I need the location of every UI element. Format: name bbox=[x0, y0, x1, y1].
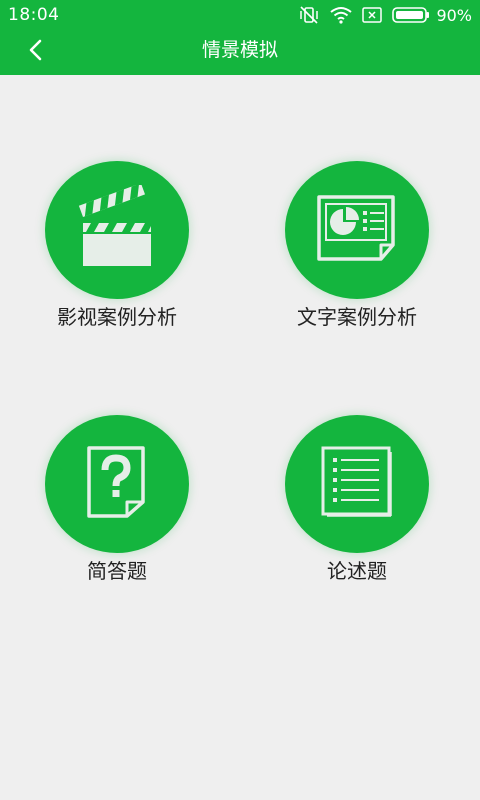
page-title: 情景模拟 bbox=[201, 39, 278, 61]
list-document-icon bbox=[319, 444, 395, 524]
chevron-left-icon bbox=[28, 39, 44, 65]
status-bar: 18:04 90% bbox=[0, 0, 480, 30]
menu-item-text-case-analysis[interactable]: 文字案例分析 bbox=[257, 161, 457, 341]
menu-item-label: 影视案例分析 bbox=[57, 305, 177, 329]
no-sim-icon bbox=[362, 6, 383, 24]
menu-item-circle bbox=[285, 415, 429, 553]
battery-percentage: 90% bbox=[436, 5, 472, 25]
document-chart-icon bbox=[315, 193, 399, 267]
menu-item-circle bbox=[45, 415, 189, 553]
clapperboard-icon bbox=[77, 183, 157, 275]
battery-icon bbox=[392, 6, 430, 24]
back-button[interactable] bbox=[18, 34, 54, 70]
status-time: 18:04 bbox=[8, 5, 60, 25]
wifi-icon bbox=[330, 6, 353, 24]
vibrate-off-icon bbox=[298, 5, 320, 25]
menu-item-film-case-analysis[interactable]: 影视案例分析 bbox=[17, 161, 217, 341]
menu-item-label: 论述题 bbox=[327, 559, 387, 583]
menu-item-circle bbox=[285, 161, 429, 299]
question-document-icon bbox=[85, 444, 149, 524]
menu-item-essay[interactable]: 论述题 bbox=[257, 415, 457, 595]
menu-item-label: 文字案例分析 bbox=[297, 305, 417, 329]
menu-item-short-answer[interactable]: 简答题 bbox=[17, 415, 217, 595]
status-icons: 90% bbox=[298, 4, 472, 26]
menu-item-label: 简答题 bbox=[87, 559, 147, 583]
nav-bar: 情景模拟 bbox=[0, 30, 480, 75]
menu-item-circle bbox=[45, 161, 189, 299]
top-bar: 18:04 90% 情景模拟 bbox=[0, 0, 480, 75]
